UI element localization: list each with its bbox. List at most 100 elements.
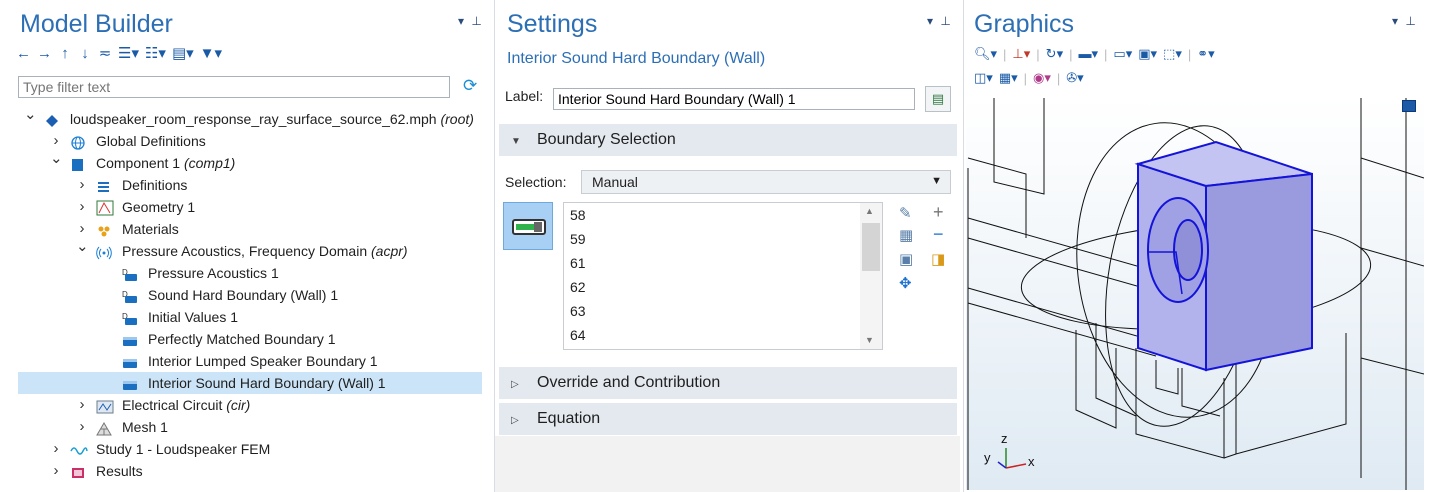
chevron-down-icon[interactable]: ⌄	[24, 104, 37, 126]
tree-node[interactable]: Perfectly Matched Boundary 1	[18, 328, 482, 350]
add-icon[interactable]: +	[933, 202, 944, 223]
clear-selection-icon[interactable]: ▣	[899, 250, 913, 268]
print-icon[interactable]: ▭▾	[1113, 46, 1132, 62]
wireframe-icon[interactable]: ▦▾	[999, 70, 1018, 86]
tree-filter-input[interactable]	[18, 76, 450, 98]
settings-empty-area	[495, 436, 960, 492]
render-icon[interactable]: ✇▾	[1066, 70, 1083, 86]
list-item[interactable]: 58	[564, 203, 882, 227]
materials-icon	[96, 222, 112, 237]
sort-icon[interactable]: ▤▾	[172, 44, 194, 62]
camera-icon[interactable]: ▣▾	[1138, 46, 1157, 62]
tree-node[interactable]: › Geometry 1	[18, 196, 482, 218]
label-field[interactable]	[553, 88, 915, 110]
tree-node-text: Electrical Circuit	[122, 397, 223, 413]
room-edge-line	[967, 287, 1145, 339]
move-selection-icon[interactable]: ✥	[899, 274, 912, 292]
copy-selection-icon[interactable]: ▦	[899, 226, 913, 244]
tree-node[interactable]: › Study 1 - Loudspeaker FEM	[18, 438, 482, 460]
list-item[interactable]: 59	[564, 227, 882, 251]
zoom-icon[interactable]: 🔍︎▾	[974, 46, 997, 62]
chevron-right-icon[interactable]: ›	[76, 394, 88, 416]
tree-node[interactable]: D Pressure Acoustics 1	[18, 262, 482, 284]
chevron-right-icon[interactable]: ›	[50, 460, 62, 482]
tree-node-label: Mesh 1	[122, 416, 168, 438]
chevron-right-icon[interactable]: ›	[76, 196, 88, 218]
tree-node[interactable]: ⌄ Pressure Acoustics, Frequency Domain (a…	[18, 238, 482, 262]
list-item[interactable]: 61	[564, 251, 882, 275]
transparency-icon[interactable]: ◫▾	[974, 70, 993, 86]
boundary-list[interactable]: 58 59 61 62 63 64 ▲ ▼	[563, 202, 883, 350]
move-down-icon[interactable]: ↓	[78, 45, 92, 62]
reset-label-button[interactable]: ▤	[925, 86, 951, 112]
activate-selection-toggle[interactable]	[503, 202, 553, 250]
filter-tree-icon[interactable]: ▼▾	[200, 44, 222, 62]
stand-outline	[1181, 368, 1221, 417]
domain-node-icon: D	[122, 288, 138, 303]
forward-arrow-icon[interactable]: →	[37, 45, 52, 62]
tree-node-text: Initial Values 1	[148, 309, 239, 325]
tree-node-text: Results	[96, 463, 143, 479]
tree-node-text: Interior Lumped Speaker Boundary 1	[148, 353, 378, 369]
list-item[interactable]: 64	[564, 323, 882, 347]
rotate-icon[interactable]: ↻▾	[1046, 46, 1063, 62]
tree-node[interactable]: D Sound Hard Boundary (Wall) 1	[18, 284, 482, 306]
section-boundary-selection[interactable]: ▼ Boundary Selection	[499, 124, 957, 156]
paste-selection-icon[interactable]: ✎	[899, 204, 912, 222]
scroll-up-icon[interactable]: ▲	[865, 206, 874, 216]
chevron-down-icon[interactable]: ⌄	[50, 148, 63, 170]
pane-pin-icon[interactable]: ▾ ⊥	[927, 14, 953, 28]
chevron-right-icon[interactable]: ›	[50, 438, 62, 460]
remove-icon[interactable]: −	[933, 224, 944, 245]
select-box-icon[interactable]: ⬚▾	[1163, 46, 1182, 62]
view-cube-icon[interactable]	[1402, 100, 1416, 112]
tree-node[interactable]: › Results	[18, 460, 482, 482]
section-override-and-contribution[interactable]: ▷ Override and Contribution	[499, 367, 957, 399]
y-axis-line	[997, 461, 1007, 469]
results-icon	[70, 464, 86, 478]
tree-node-label: Materials	[122, 218, 179, 240]
domain-node-icon: D	[122, 266, 138, 281]
tree-node[interactable]: › Mesh 1	[18, 416, 482, 438]
back-arrow-icon[interactable]: ←	[16, 45, 31, 62]
tree-node-label: Interior Sound Hard Boundary (Wall) 1	[148, 372, 386, 394]
expand-sections-icon[interactable]: ☰▾	[118, 44, 139, 62]
list-item[interactable]: 63	[564, 299, 882, 323]
zoom-to-selection-icon[interactable]: ◨	[931, 250, 945, 268]
show-icon[interactable]: ≂	[98, 44, 112, 62]
study-icon	[70, 442, 88, 456]
tree-node[interactable]: › Electrical Circuit (cir)	[18, 394, 482, 416]
tree-node[interactable]: › Global Definitions	[18, 130, 482, 152]
section-equation[interactable]: ▷ Equation	[499, 403, 957, 435]
scroll-thumb[interactable]	[862, 223, 880, 271]
scene-light-icon[interactable]: ◉▾	[1033, 70, 1051, 86]
refresh-icon[interactable]: ⟳	[463, 76, 477, 96]
tree-node[interactable]: ⌄ Component 1 (comp1)	[18, 150, 482, 174]
tree-node[interactable]: Interior Sound Hard Boundary (Wall) 1	[18, 372, 482, 394]
tree-node[interactable]: Interior Lumped Speaker Boundary 1	[18, 350, 482, 372]
tree-node[interactable]: D Initial Values 1	[18, 306, 482, 328]
pane-pin-icon[interactable]: ▾ ⊥	[458, 14, 484, 28]
link-icon[interactable]: ⚭▾	[1197, 46, 1214, 62]
tree-node[interactable]: › Definitions	[18, 174, 482, 196]
chevron-right-icon[interactable]: ›	[76, 174, 88, 196]
list-item[interactable]: 62	[564, 275, 882, 299]
graphics-viewport[interactable]: z y x	[966, 98, 1425, 490]
selection-dropdown[interactable]: Manual ▼	[581, 170, 951, 194]
boundary-node-icon	[122, 332, 138, 346]
scroll-down-icon[interactable]: ▼	[865, 335, 874, 345]
model-builder-toolbar: ← → ↑ ↓ ≂ ☰▾ ☷▾ ▤▾ ▼▾	[16, 44, 222, 63]
move-up-icon[interactable]: ↑	[58, 45, 72, 62]
settings-subtitle: Interior Sound Hard Boundary (Wall)	[507, 50, 766, 67]
pane-pin-icon[interactable]: ▾ ⊥	[1392, 14, 1418, 28]
axes-icon[interactable]: ⊥▾	[1012, 46, 1030, 62]
room-edge-line	[1360, 357, 1425, 375]
chevron-right-icon[interactable]: ›	[76, 416, 88, 438]
view-icon[interactable]: ▬▾	[1078, 46, 1098, 62]
z-axis-label: z	[1001, 431, 1008, 446]
chevron-down-icon[interactable]: ⌄	[76, 236, 89, 258]
list-scrollbar[interactable]: ▲ ▼	[860, 203, 882, 349]
tree-node-label: Geometry 1	[122, 196, 195, 218]
collapse-sections-icon[interactable]: ☷▾	[145, 44, 166, 62]
tree-node[interactable]: ⌄ loudspeaker_room_response_ray_surface_s…	[18, 106, 482, 130]
